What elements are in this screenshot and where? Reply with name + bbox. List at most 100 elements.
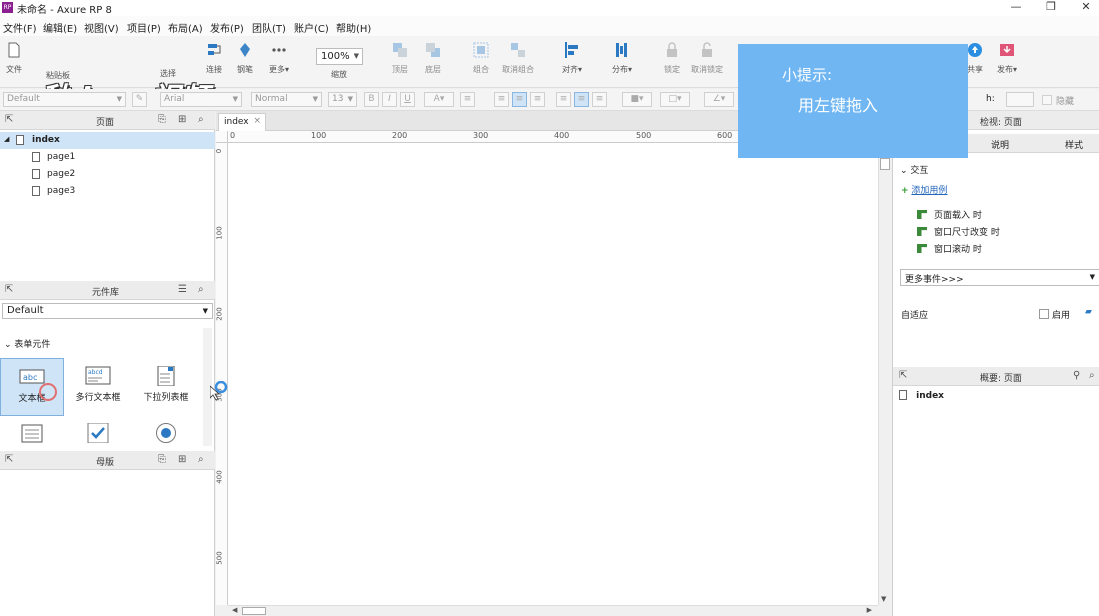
scroll-thumb[interactable]: [880, 158, 890, 170]
add-folder-icon[interactable]: ⊞: [178, 114, 186, 125]
outline-item-index[interactable]: index: [899, 390, 944, 401]
tab-notes[interactable]: 说明: [991, 138, 1009, 151]
library-select[interactable]: Default ▼: [2, 303, 213, 319]
line-color-button[interactable]: ∠▾: [704, 92, 734, 107]
menu-view[interactable]: 视图(V): [84, 20, 119, 35]
close-tab-icon[interactable]: ×: [253, 116, 261, 126]
filter-icon[interactable]: ⚲: [1073, 370, 1080, 381]
search-icon[interactable]: ⌕: [198, 454, 204, 465]
align-text-right-button[interactable]: ≡: [530, 92, 545, 107]
menu-project[interactable]: 项目(P): [127, 20, 161, 35]
collapse-icon[interactable]: ⇱: [5, 454, 13, 465]
select-mode-button[interactable]: 选择: [148, 42, 188, 79]
unlock-button[interactable]: 取消锁定: [686, 42, 728, 75]
menu-account[interactable]: 账户(C): [294, 20, 329, 35]
menu-team[interactable]: 团队(T): [252, 20, 286, 35]
add-page-icon[interactable]: ⎘: [158, 114, 166, 125]
collapse-icon[interactable]: ⇱: [5, 114, 13, 125]
valign-bottom-button[interactable]: ≡: [592, 92, 607, 107]
shadow-button[interactable]: □▾: [660, 92, 690, 107]
menu-edit[interactable]: 编辑(E): [43, 20, 77, 35]
enable-label: 启用: [1052, 311, 1071, 321]
page-tree-item-page3[interactable]: page3: [0, 183, 215, 200]
align-text-center-icon: ≡: [515, 94, 524, 104]
ungroup-button[interactable]: 取消组合: [497, 42, 539, 75]
publish-label: 发布▾: [996, 65, 1017, 74]
widget-textarea[interactable]: abcd 多行文本框: [66, 358, 130, 416]
group-button[interactable]: 组合: [460, 42, 502, 75]
height-input[interactable]: [1006, 92, 1034, 107]
menu-layout[interactable]: 布局(A): [168, 20, 203, 35]
valign-middle-button[interactable]: ≡: [574, 92, 589, 107]
adaptive-settings-icon[interactable]: ▰: [1085, 307, 1092, 317]
more-events-select[interactable]: 更多事件>>> ▼: [900, 269, 1099, 286]
restore-button[interactable]: ❐: [1036, 0, 1066, 14]
widget-checkbox[interactable]: [66, 418, 130, 450]
bullet-button[interactable]: ≡: [460, 92, 475, 107]
add-master-icon[interactable]: ⎘: [158, 454, 166, 465]
style-select[interactable]: Default ▼: [3, 92, 126, 107]
form-widgets-section[interactable]: ⌄ 表单元件: [4, 337, 50, 350]
collapse-icon[interactable]: ⇱: [899, 370, 907, 381]
scroll-thumb[interactable]: [242, 607, 266, 615]
event-page-load[interactable]: 页面载入 时: [917, 208, 982, 221]
font-select[interactable]: Arial ▼: [160, 92, 242, 107]
ruler-tick: 200: [216, 307, 224, 321]
menu-help[interactable]: 帮助(H): [336, 20, 371, 35]
page-tree-item-index[interactable]: ◢ index: [0, 132, 215, 149]
add-folder-icon[interactable]: ⊞: [178, 454, 186, 465]
widget-textbox[interactable]: abc 文本框: [0, 358, 64, 416]
search-icon[interactable]: ⌕: [198, 114, 204, 125]
adaptive-enable-checkbox[interactable]: [1039, 309, 1049, 319]
scroll-left-icon[interactable]: ◀: [232, 606, 237, 614]
publish-button[interactable]: 发布▾: [986, 42, 1028, 75]
add-case-link[interactable]: + 添加用例: [901, 183, 947, 196]
fill-color-button[interactable]: ■▾: [622, 92, 652, 107]
more-tools-button[interactable]: 更多▾: [259, 42, 299, 75]
font-size-select[interactable]: 13 ▼: [328, 92, 357, 107]
send-to-bottom-button[interactable]: 底层: [412, 42, 454, 75]
interactions-section[interactable]: ⌄ 交互: [900, 163, 928, 176]
weight-select[interactable]: Normal ▼: [251, 92, 322, 107]
valign-top-button[interactable]: ≡: [556, 92, 571, 107]
close-button[interactable]: ✕: [1071, 0, 1099, 14]
page-tree-label: page2: [47, 169, 76, 179]
search-icon[interactable]: ⌕: [1089, 370, 1095, 381]
right-panels: 检视: 页面 说明 样式 ⌄ 交互 + 添加用例 页面载入 时 窗口尺寸改变 时…: [892, 111, 1099, 616]
distribute-button[interactable]: 分布▾: [601, 42, 643, 75]
tab-index[interactable]: index ×: [218, 113, 266, 131]
page-tree-item-page1[interactable]: page1: [0, 149, 215, 166]
design-canvas[interactable]: [228, 143, 878, 605]
menu-publish[interactable]: 发布(P): [210, 20, 244, 35]
page-tree-item-page2[interactable]: page2: [0, 166, 215, 183]
widget-radio[interactable]: [134, 418, 198, 450]
canvas-horizontal-scrollbar[interactable]: ◀ ▶: [228, 605, 878, 616]
italic-button[interactable]: I: [382, 92, 397, 107]
zoom-select[interactable]: 100% ▼: [316, 48, 363, 65]
menu-icon[interactable]: ☰: [178, 284, 187, 295]
font-color-button[interactable]: A▾: [424, 92, 454, 107]
menu-file[interactable]: 文件(F): [3, 20, 37, 35]
bold-button[interactable]: B: [364, 92, 379, 107]
widget-droplist[interactable]: 下拉列表框: [134, 358, 198, 416]
style-editor-button[interactable]: ✎: [132, 92, 147, 107]
minimize-button[interactable]: —: [1001, 0, 1031, 14]
align-text-left-button[interactable]: ≡: [494, 92, 509, 107]
hide-checkbox[interactable]: [1042, 95, 1052, 105]
page-icon: [32, 169, 46, 180]
underline-button[interactable]: U: [400, 92, 415, 107]
scroll-down-icon[interactable]: ▼: [881, 595, 886, 603]
align-text-center-button[interactable]: ≡: [512, 92, 527, 107]
scroll-right-icon[interactable]: ▶: [867, 606, 872, 614]
event-window-resize[interactable]: 窗口尺寸改变 时: [917, 225, 1000, 238]
tab-style[interactable]: 样式: [1065, 138, 1083, 151]
widget-listbox[interactable]: [0, 418, 64, 450]
canvas-vertical-scrollbar[interactable]: ▼: [878, 131, 891, 605]
collapse-icon[interactable]: ⇱: [5, 284, 13, 295]
align-button[interactable]: 对齐▾: [551, 42, 593, 75]
file-button[interactable]: 文件: [0, 42, 34, 75]
event-window-scroll[interactable]: 窗口滚动 时: [917, 242, 982, 255]
library-panel-header: ⇱ 元件库 ☰ ⌕: [0, 281, 215, 300]
search-icon[interactable]: ⌕: [198, 284, 204, 295]
expand-triangle-icon[interactable]: ◢: [4, 135, 9, 143]
